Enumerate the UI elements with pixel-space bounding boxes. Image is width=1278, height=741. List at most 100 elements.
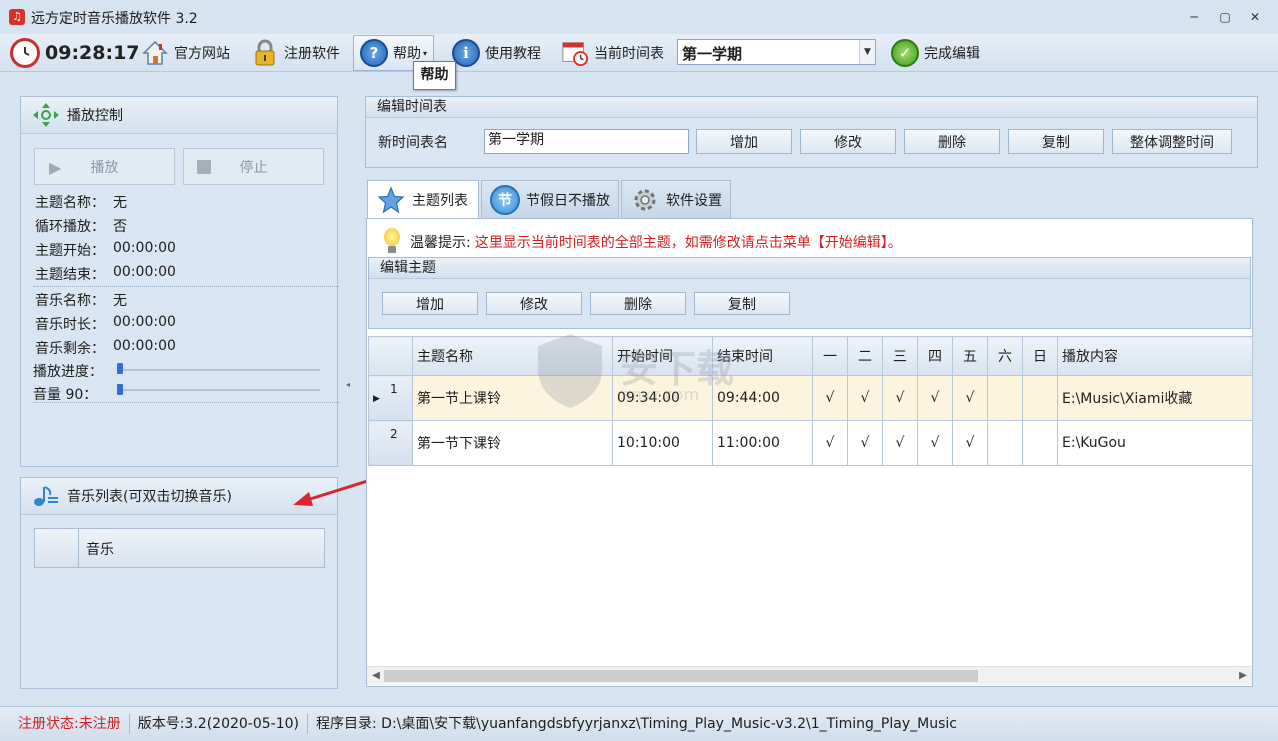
column-header[interactable]: 三 xyxy=(882,336,918,376)
cell-day[interactable] xyxy=(1022,375,1058,421)
toolbar: 09:28:17 官方网站 注册软件 ? 帮助 ▾ i 使用教程 当前时间表 ✓… xyxy=(0,34,1278,72)
scroll-right-icon[interactable]: ▶ xyxy=(1235,668,1251,684)
column-header[interactable]: 四 xyxy=(917,336,953,376)
edit-schedule-group: 编辑时间表 新时间表名 第一学期 增加 修改 删除 复制 整体调整时间 xyxy=(365,96,1258,168)
tab-theme-list[interactable]: 主题列表 xyxy=(367,180,479,220)
column-header[interactable]: 一 xyxy=(812,336,848,376)
column-header[interactable]: 六 xyxy=(987,336,1023,376)
close-icon[interactable]: ✕ xyxy=(1247,9,1263,25)
column-header[interactable]: 二 xyxy=(847,336,883,376)
add-theme-button[interactable]: 增加 xyxy=(382,292,478,315)
tutorial-label: 使用教程 xyxy=(485,46,541,62)
move-arrows-icon xyxy=(33,103,59,127)
calendar-clock-icon xyxy=(561,39,589,67)
theme-list-pane: 温馨提示: 这里显示当前时间表的全部主题，如需修改请点击菜单【开始编辑】。 编辑… xyxy=(366,218,1253,687)
delete-schedule-button[interactable]: 删除 xyxy=(904,129,1000,154)
divider xyxy=(33,286,339,287)
cell-name[interactable]: 第一节上课铃 xyxy=(412,375,613,421)
playback-panel: 播放控制 ▶ 播放 停止 主题名称：无 循环播放：否 主题开始： 00:00:00… xyxy=(20,96,339,467)
cell-end[interactable]: 09:44:00 xyxy=(712,375,813,421)
progress-slider-thumb[interactable] xyxy=(117,363,123,374)
schedule-select[interactable]: 第一学期 ▼ xyxy=(677,39,876,65)
info-music-duration: 音乐时长： 00:00:00 xyxy=(35,314,176,333)
info-theme-start: 主题开始： 00:00:00 xyxy=(35,240,176,259)
modify-schedule-button[interactable]: 修改 xyxy=(800,129,896,154)
column-header[interactable]: 播放内容 xyxy=(1057,336,1253,376)
finish-edit-label: 完成编辑 xyxy=(924,46,980,62)
column-header[interactable]: 主题名称 xyxy=(412,336,613,376)
volume-slider-thumb[interactable] xyxy=(117,384,123,395)
horizontal-scrollbar[interactable]: ◀ ▶ xyxy=(367,666,1252,685)
cell-content[interactable]: E:\Music\Xiami收藏 xyxy=(1057,375,1253,421)
scrollbar-thumb[interactable] xyxy=(384,670,978,682)
music-note-icon xyxy=(33,485,59,507)
add-schedule-button[interactable]: 增加 xyxy=(696,129,792,154)
cell-day[interactable]: √ xyxy=(847,420,883,466)
scroll-left-icon[interactable]: ◀ xyxy=(368,668,384,684)
cell-day[interactable]: √ xyxy=(882,375,918,421)
register-status: 注册状态:未注册 xyxy=(0,714,130,734)
edit-theme-group: 编辑主题 增加 修改 删除 复制 xyxy=(368,257,1251,329)
stop-button[interactable]: 停止 xyxy=(183,148,324,185)
row-header[interactable]: 2 xyxy=(368,420,413,466)
tutorial-button[interactable]: i 使用教程 xyxy=(452,37,541,69)
tip-prefix: 温馨提示: xyxy=(410,235,471,251)
copy-schedule-button[interactable]: 复制 xyxy=(1008,129,1104,154)
cell-day[interactable]: √ xyxy=(812,375,848,421)
minimize-icon[interactable]: ─ xyxy=(1186,9,1202,25)
window-title: 远方定时音乐播放软件 3.2 xyxy=(31,11,198,27)
cell-start[interactable]: 10:10:00 xyxy=(612,420,713,466)
cell-end[interactable]: 11:00:00 xyxy=(712,420,813,466)
gear-icon xyxy=(630,185,660,215)
cell-day[interactable]: √ xyxy=(847,375,883,421)
schedule-select-value: 第一学期 xyxy=(682,45,743,63)
column-header[interactable]: 开始时间 xyxy=(612,336,713,376)
cell-day[interactable] xyxy=(1022,420,1058,466)
cell-day[interactable]: √ xyxy=(952,420,988,466)
divider xyxy=(33,402,339,403)
cell-day[interactable]: √ xyxy=(952,375,988,421)
modify-theme-button[interactable]: 修改 xyxy=(486,292,582,315)
cell-day[interactable]: √ xyxy=(917,420,953,466)
row-header[interactable]: ▶ 1 xyxy=(368,375,413,421)
maximize-icon[interactable]: ▢ xyxy=(1217,9,1233,25)
cell-day[interactable] xyxy=(987,420,1023,466)
table-row[interactable]: 2 第一节下课铃 10:10:00 11:00:00 √ √ √ √ √ E:\… xyxy=(368,420,1253,466)
edit-schedule-title: 编辑时间表 xyxy=(366,97,1257,118)
adjust-time-button[interactable]: 整体调整时间 xyxy=(1112,129,1232,154)
cell-start[interactable]: 09:34:00 xyxy=(612,375,713,421)
tip-message: 温馨提示: 这里显示当前时间表的全部主题，如需修改请点击菜单【开始编辑】。 xyxy=(383,228,902,256)
check-icon: ✓ xyxy=(891,39,919,67)
column-header[interactable]: 结束时间 xyxy=(712,336,813,376)
cell-day[interactable]: √ xyxy=(917,375,953,421)
copy-theme-button[interactable]: 复制 xyxy=(694,292,790,315)
website-button[interactable]: 官方网站 xyxy=(141,37,230,69)
volume-label: 音量 90： xyxy=(33,387,98,403)
current-schedule-label-group: 当前时间表 xyxy=(561,37,664,69)
question-icon: ? xyxy=(360,39,388,67)
cell-day[interactable]: √ xyxy=(812,420,848,466)
tab-settings[interactable]: 软件设置 xyxy=(621,180,731,219)
cell-day[interactable]: √ xyxy=(882,420,918,466)
tab-holiday[interactable]: 节 节假日不播放 xyxy=(481,180,619,219)
cell-content[interactable]: E:\KuGou xyxy=(1057,420,1253,466)
cell-name[interactable]: 第一节下课铃 xyxy=(412,420,613,466)
star-icon xyxy=(376,185,406,215)
register-button[interactable]: 注册软件 xyxy=(251,37,340,69)
music-column-header[interactable]: 音乐 xyxy=(86,539,114,559)
schedule-name-input[interactable]: 第一学期 xyxy=(484,129,689,154)
collapse-splitter-icon[interactable]: ◂ xyxy=(346,380,350,389)
column-header[interactable]: 五 xyxy=(952,336,988,376)
chevron-down-icon[interactable]: ▼ xyxy=(859,40,875,64)
app-music-icon: ♫ xyxy=(9,9,25,25)
tab-holiday-label: 节假日不播放 xyxy=(526,192,610,209)
play-button[interactable]: ▶ 播放 xyxy=(34,148,175,185)
music-list-title: 音乐列表(可双击切换音乐) xyxy=(67,489,232,505)
cell-day[interactable] xyxy=(987,375,1023,421)
program-directory: 程序目录: D:\桌面\安下载\yuanfangdsbfyyrjanxz\Tim… xyxy=(316,716,957,732)
delete-theme-button[interactable]: 删除 xyxy=(590,292,686,315)
table-row[interactable]: ▶ 1 第一节上课铃 09:34:00 09:44:00 √ √ √ √ √ E… xyxy=(368,375,1253,421)
lock-icon xyxy=(251,39,279,67)
finish-edit-button[interactable]: ✓ 完成编辑 xyxy=(891,37,980,69)
column-header[interactable]: 日 xyxy=(1022,336,1058,376)
